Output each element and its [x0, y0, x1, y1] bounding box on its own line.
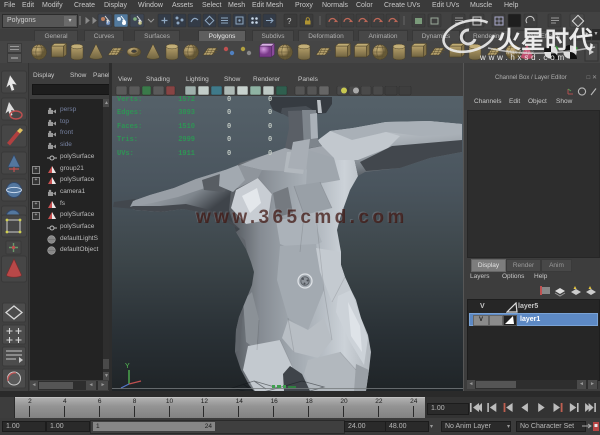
svg-text:火星时代: 火星时代 — [497, 27, 593, 54]
svg-text:www.hxsd.com: www.hxsd.com — [479, 53, 567, 62]
svg-text:Y: Y — [125, 363, 130, 370]
svg-text:?: ? — [287, 17, 292, 26]
